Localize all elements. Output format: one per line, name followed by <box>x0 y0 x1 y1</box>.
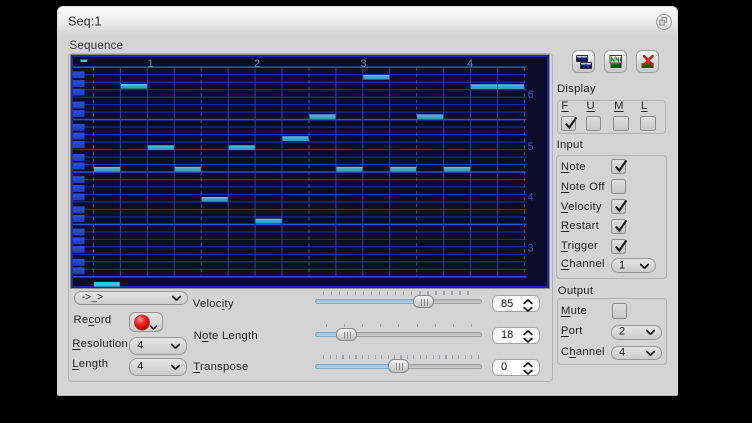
svg-text:4: 4 <box>527 192 533 204</box>
svg-text:6: 6 <box>527 89 533 101</box>
svg-text:2: 2 <box>254 58 260 70</box>
svg-text:5: 5 <box>527 141 533 153</box>
svg-text:1: 1 <box>147 58 153 70</box>
svg-text:4: 4 <box>467 58 473 70</box>
svg-text:3: 3 <box>360 58 366 70</box>
svg-text:3: 3 <box>527 243 533 255</box>
